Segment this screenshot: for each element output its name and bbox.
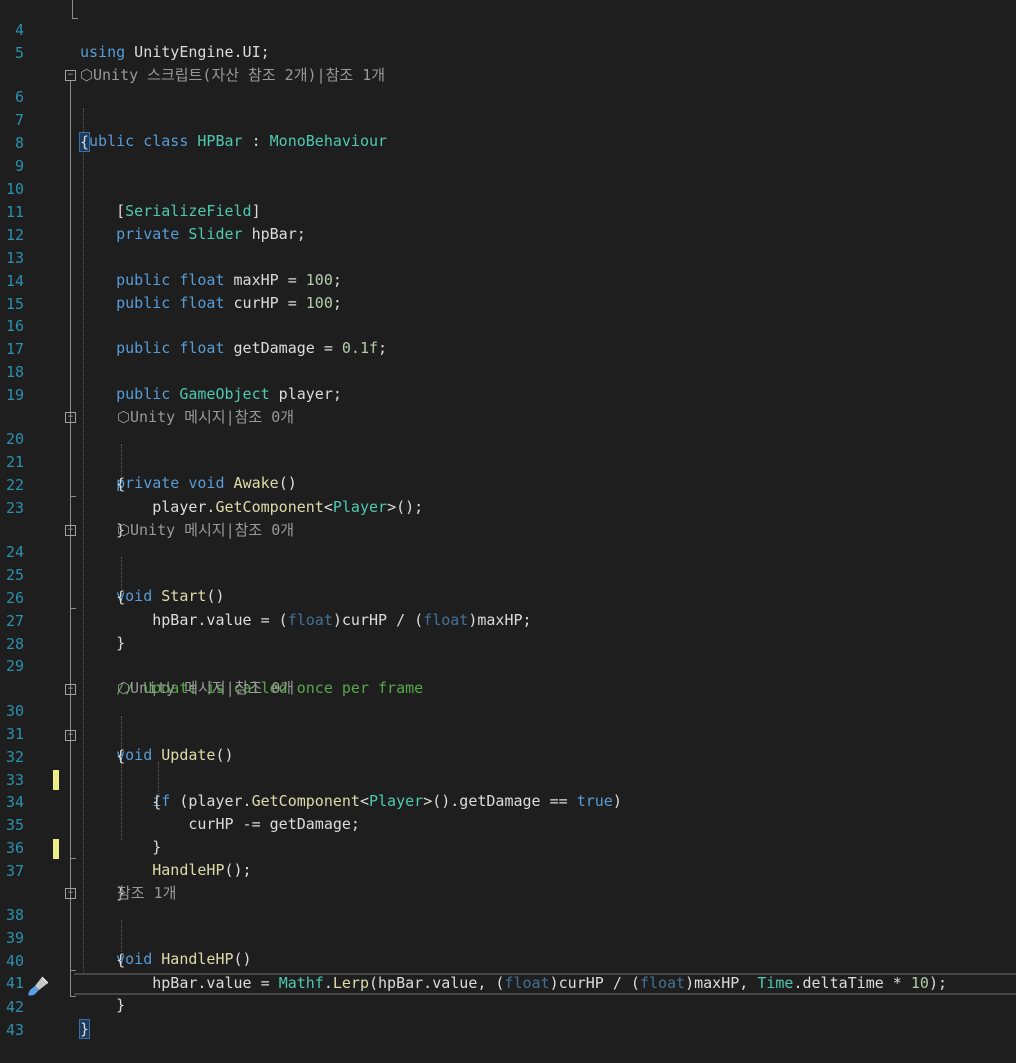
code-line[interactable]: 11 private Slider hpBar;: [0, 179, 1016, 243]
code-line[interactable]: 16 public float getDamage = 0.1f;: [0, 293, 1016, 357]
code-line[interactable]: 17: [0, 316, 1016, 358]
codelens-row[interactable]: 참조 1개: [0, 860, 1016, 902]
code-line[interactable]: 7 {: [0, 87, 1016, 152]
code-line[interactable]: 10 [SerializeField]: [0, 156, 1016, 220]
code-line[interactable]: 33 {: [0, 747, 1016, 811]
code-line[interactable]: 15: [0, 271, 1016, 313]
code-line[interactable]: 21 {: [0, 429, 1016, 493]
code-line[interactable]: 38 − void HandleHP(): [0, 882, 1016, 968]
code-line[interactable]: 24 − void Start(): [0, 519, 1016, 605]
code-line[interactable]: 28: [0, 611, 1016, 653]
code-line[interactable]: 41 }: [0, 950, 1016, 1014]
codelens-row[interactable]: ⬡Unity 메시지|참조 0개: [0, 384, 1016, 426]
code-editor[interactable]: 4 using UnityEngine.UI; 5 ⬡Unity 스크립트(자산…: [0, 0, 1016, 1039]
code-line[interactable]: 18 public GameObject player;: [0, 339, 1016, 403]
collapse-minus-icon[interactable]: −: [65, 888, 76, 899]
code-line[interactable]: 25 {: [0, 542, 1016, 606]
code-line[interactable]: 39 {: [0, 905, 1016, 969]
codelens-row[interactable]: ⬡Unity 메시지|참조 0개: [0, 655, 1016, 697]
collapse-minus-icon[interactable]: −: [65, 525, 76, 536]
code-line[interactable]: 42 }: [0, 974, 1016, 1039]
line-number: 43: [5, 1021, 24, 1039]
code-text[interactable]: }: [78, 1018, 91, 1040]
code-line[interactable]: 20 − private void Awake(): [0, 406, 1016, 492]
codelens-row[interactable]: ⬡Unity 스크립트(자산 참조 2개)|참조 1개: [0, 42, 1016, 84]
code-line[interactable]: 5: [0, 20, 1016, 62]
code-line[interactable]: 4 using UnityEngine.UI;: [0, 0, 1016, 61]
code-line[interactable]: 34 curHP -= getDamage;: [0, 769, 1016, 833]
codelens-row[interactable]: ⬡Unity 메시지|참조 0개: [0, 497, 1016, 539]
code-line[interactable]: 12: [0, 202, 1016, 244]
code-line[interactable]: 14 public float curHP = 100;: [0, 248, 1016, 312]
code-line[interactable]: 31 {: [0, 701, 1016, 765]
code-line[interactable]: 27 }: [0, 588, 1016, 652]
collapse-minus-icon[interactable]: −: [65, 412, 76, 423]
code-line[interactable]: 26 hpBar.value = (float)curHP / (float)m…: [0, 565, 1016, 629]
code-line[interactable]: 37 }: [0, 838, 1016, 902]
code-line[interactable]: 43: [0, 997, 1016, 1039]
code-line[interactable]: 6 − public class HPBar : MonoBehaviour: [0, 64, 1016, 150]
code-line[interactable]: 32 − if (player.GetComponent<Player>().g…: [0, 724, 1016, 810]
code-line[interactable]: 13 public float maxHP = 100;: [0, 225, 1016, 289]
collapse-minus-icon[interactable]: −: [65, 684, 76, 695]
code-line[interactable]: 8: [0, 110, 1016, 152]
code-line[interactable]: 40 hpBar.value = Mathf.Lerp(hpBar.value,…: [0, 928, 1016, 992]
code-line[interactable]: 36 HandleHP();: [0, 815, 1016, 879]
code-line[interactable]: 19: [0, 362, 1016, 404]
collapse-minus-icon[interactable]: −: [65, 70, 76, 81]
code-line[interactable]: 23 }: [0, 475, 1016, 539]
code-line[interactable]: 9: [0, 133, 1016, 175]
code-line[interactable]: 29 // Update is called once per frame: [0, 633, 1016, 697]
code-line[interactable]: 22 player.GetComponent<Player>();: [0, 452, 1016, 516]
code-line[interactable]: 30 − void Update(): [0, 678, 1016, 764]
collapse-minus-icon[interactable]: −: [65, 730, 76, 741]
code-line[interactable]: 35 }: [0, 792, 1016, 856]
